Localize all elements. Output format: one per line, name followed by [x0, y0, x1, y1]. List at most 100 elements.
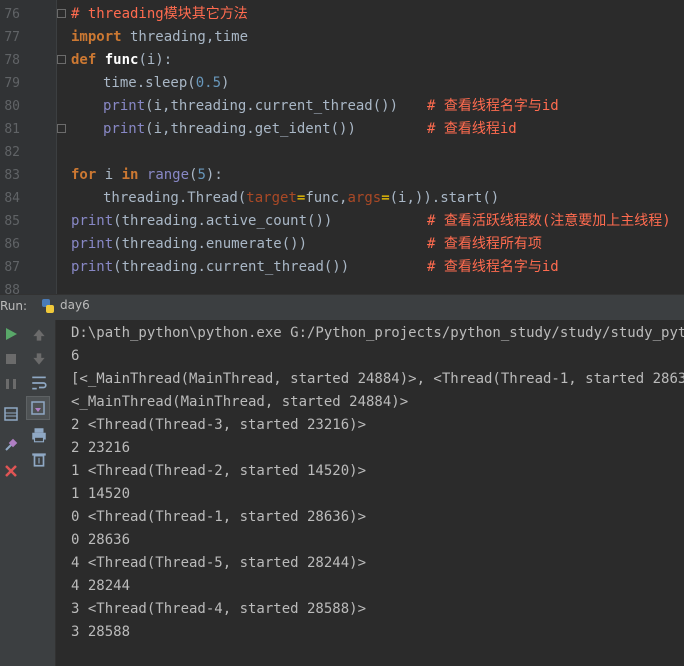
console-line: 0 <Thread(Thread-1, started 28636)> — [71, 509, 367, 525]
line-number: 88 — [4, 283, 20, 294]
keyword: for — [71, 167, 97, 183]
keyword-argument: args — [347, 190, 382, 206]
code-fragment: ): — [205, 167, 223, 183]
console-line: 3 28588 — [71, 624, 131, 640]
trash-icon[interactable] — [30, 450, 48, 468]
code-line-83[interactable]: 83 for i in range(5): — [0, 164, 684, 187]
code-fragment: i — [96, 167, 122, 183]
code-line-76[interactable]: 76 # threading模块其它方法 — [0, 3, 684, 26]
run-label: Run: — [0, 299, 28, 313]
run-tab-day6[interactable]: day6 — [60, 298, 90, 312]
code-fragment: time.sleep( — [103, 75, 196, 91]
code-fragment: (i,)).start() — [389, 190, 500, 206]
code-fragment: func, — [305, 190, 348, 206]
line-number: 84 — [4, 191, 20, 206]
code-line-77[interactable]: 77 import threading,time — [0, 26, 684, 49]
python-icon — [42, 299, 54, 313]
pin-icon[interactable] — [3, 437, 19, 453]
comment: # 查看线程名字与id — [427, 259, 559, 275]
run-panel-header: Run: day6 — [0, 294, 684, 321]
scroll-to-end-icon — [31, 401, 45, 415]
code-text: # threading模块其它方法 — [71, 3, 248, 26]
console-line: 1 <Thread(Thread-2, started 14520)> — [71, 463, 367, 479]
comment: # threading模块其它方法 — [71, 6, 248, 22]
console-line: 3 <Thread(Thread-4, started 28588)> — [71, 601, 367, 617]
line-number: 85 — [4, 214, 20, 229]
fold-marker-icon[interactable] — [57, 55, 66, 64]
code-line-85[interactable]: 85 print(threading.active_count()) # 查看活… — [0, 210, 684, 233]
comment: # 查看活跃线程数(注意要加上主线程) — [427, 213, 671, 229]
code-line-88[interactable]: 88 — [0, 279, 684, 294]
keyword-argument: target — [246, 190, 297, 206]
code-text: import threading,time — [71, 26, 248, 49]
code-line-78[interactable]: 78 def func(i): — [0, 49, 684, 72]
console-output[interactable]: D:\path_python\python.exe G:/Python_proj… — [56, 320, 684, 666]
code-text: def func(i): — [71, 49, 172, 72]
code-fragment: (threading.active_count()) — [113, 213, 333, 229]
code-fragment: (threading.current_thread()) — [113, 259, 350, 275]
code-text: threading.Thread(target=func,args=(i,)).… — [103, 187, 499, 210]
code-text: print(i,threading.get_ident()) — [103, 118, 356, 141]
function-name: func — [104, 52, 139, 68]
line-number: 76 — [4, 7, 20, 22]
fold-marker-icon[interactable] — [57, 9, 66, 18]
code-fragment: threading.Thread( — [103, 190, 247, 206]
console-line: 2 <Thread(Thread-3, started 23216)> — [71, 417, 367, 433]
console-line: [<_MainThread(MainThread, started 24884)… — [71, 371, 684, 387]
code-line-79[interactable]: 79 time.sleep(0.5) — [0, 72, 684, 95]
code-fragment: (i,threading.current_thread()) — [145, 98, 399, 114]
comment: # 查看线程所有项 — [427, 236, 542, 252]
code-text: print(threading.current_thread()) — [71, 256, 349, 279]
line-number: 83 — [4, 168, 20, 183]
builtin: print — [71, 236, 114, 252]
code-line-81[interactable]: 81 print(i,threading.get_ident()) # 查看线程… — [0, 118, 684, 141]
scroll-up-icon[interactable] — [30, 326, 48, 344]
code-text: print(threading.enumerate()) — [71, 233, 307, 256]
comment: # 查看线程名字与id — [427, 98, 559, 114]
code-fragment: (threading.enumerate()) — [113, 236, 308, 252]
console-line: 4 28244 — [71, 578, 131, 594]
pause-icon[interactable] — [3, 376, 19, 392]
close-icon[interactable] — [3, 463, 19, 479]
console-line: 2 23216 — [71, 440, 131, 456]
code-line-87[interactable]: 87 print(threading.current_thread()) # 查… — [0, 256, 684, 279]
code-text: print(threading.active_count()) — [71, 210, 332, 233]
layout-icon[interactable] — [3, 406, 19, 422]
line-number: 79 — [4, 76, 20, 91]
code-fragment: ) — [221, 75, 230, 91]
fold-marker-icon[interactable] — [57, 124, 66, 133]
code-text: print(i,threading.current_thread()) — [103, 95, 398, 118]
code-line-80[interactable]: 80 print(i,threading.current_thread()) #… — [0, 95, 684, 118]
code-text: time.sleep(0.5) — [103, 72, 229, 95]
scroll-down-icon[interactable] — [30, 350, 48, 368]
line-number: 87 — [4, 260, 20, 275]
line-number: 86 — [4, 237, 20, 252]
run-icon[interactable] — [3, 326, 19, 342]
line-number: 82 — [4, 145, 20, 160]
code-editor[interactable]: 76 # threading模块其它方法 77 import threading… — [0, 0, 684, 294]
number: 5 — [197, 167, 206, 183]
stop-icon[interactable] — [3, 351, 19, 367]
code-line-86[interactable]: 86 print(threading.enumerate()) # 查看线程所有… — [0, 233, 684, 256]
line-number: 81 — [4, 122, 20, 137]
builtin: range — [146, 167, 190, 183]
console-line: 6 — [71, 348, 80, 364]
scroll-to-end-toggle[interactable] — [26, 396, 50, 420]
line-number: 77 — [4, 30, 20, 45]
code-line-82[interactable]: 82 — [0, 141, 684, 164]
run-toolbar-secondary — [22, 320, 56, 666]
code-line-84[interactable]: 84 threading.Thread(target=func,args=(i,… — [0, 187, 684, 210]
soft-wrap-icon[interactable] — [30, 374, 48, 392]
console-line: <_MainThread(MainThread, started 24884)> — [71, 394, 409, 410]
code-fragment: (i): — [138, 52, 173, 68]
run-toolbar-primary — [0, 320, 22, 666]
number: 0.5 — [195, 75, 222, 91]
builtin: print — [71, 213, 114, 229]
print-icon[interactable] — [30, 426, 48, 444]
keyword: in — [121, 167, 139, 183]
console-line: 0 28636 — [71, 532, 131, 548]
keyword: import — [71, 29, 122, 45]
builtin: print — [103, 121, 146, 137]
code-fragment: (i,threading.get_ident()) — [145, 121, 356, 137]
operator: = — [381, 190, 390, 206]
